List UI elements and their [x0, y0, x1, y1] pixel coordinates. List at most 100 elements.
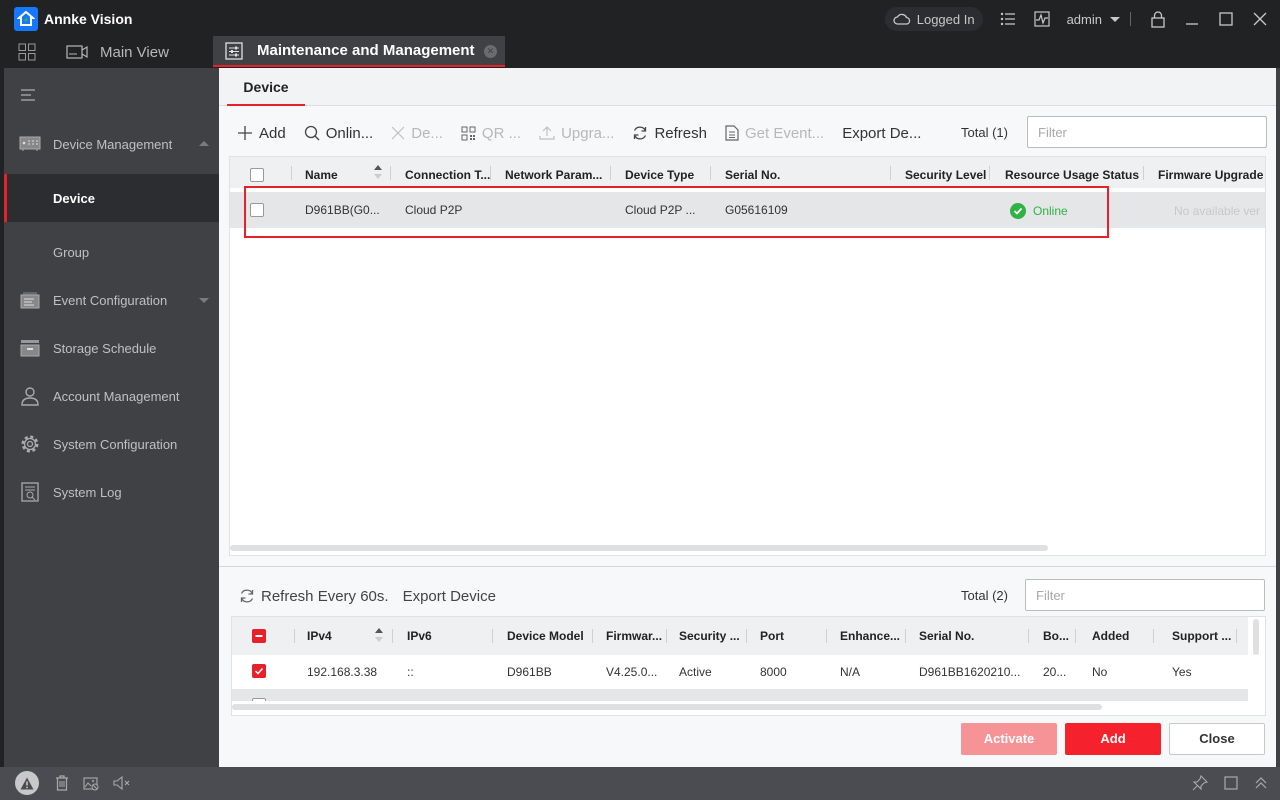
tab-close-icon[interactable]: ✕ [484, 45, 497, 58]
column-header-ipv6[interactable]: IPv6 [407, 617, 432, 655]
table-row[interactable] [232, 689, 1248, 701]
mute-icon[interactable] [113, 776, 131, 790]
sidebar-item-system-configuration[interactable]: System Configuration [4, 420, 219, 468]
refresh-interval-label[interactable]: Refresh Every 60s. [261, 588, 389, 605]
column-divider [666, 629, 667, 643]
column-divider [905, 629, 906, 643]
device-filter-input[interactable] [1027, 116, 1267, 148]
close-icon[interactable] [1248, 7, 1272, 31]
online-device-table: IPv4 IPv6 Device Model Firmwar... Securi… [231, 616, 1266, 716]
select-all-checkbox[interactable] [252, 629, 266, 643]
column-header-boot[interactable]: Bo... [1043, 617, 1069, 655]
sort-icon[interactable] [375, 628, 383, 644]
row-checkbox[interactable] [252, 698, 266, 701]
delete-button[interactable]: De... [391, 125, 443, 142]
column-header-device-model[interactable]: Device Model [507, 617, 584, 655]
expand-up-icon[interactable] [1254, 776, 1268, 790]
column-header-added[interactable]: Added [1092, 617, 1129, 655]
cell-enhance: N/A [840, 665, 861, 679]
column-header-security[interactable]: Security ... [679, 617, 740, 655]
online-table-header: IPv4 IPv6 Device Model Firmwar... Securi… [232, 617, 1248, 655]
export-device-link[interactable]: Export Device [403, 588, 496, 605]
tab-device[interactable]: Device [227, 68, 305, 106]
trash-icon[interactable] [55, 775, 69, 791]
row-checkbox[interactable] [252, 664, 266, 678]
online-device-button[interactable]: Onlin... [304, 125, 373, 142]
tab-maintenance[interactable]: Maintenance and Management ✕ [213, 36, 505, 67]
lock-icon[interactable] [1146, 7, 1170, 31]
column-header-name[interactable]: Name [305, 157, 338, 188]
horizontal-scrollbar[interactable] [232, 704, 1102, 710]
column-divider [610, 166, 611, 180]
qr-code-button[interactable]: QR ... [461, 125, 521, 142]
sidebar-item-device[interactable]: Device [4, 174, 219, 222]
column-header-firmware[interactable]: Firmwar... [606, 617, 662, 655]
add-button[interactable]: Add [1065, 723, 1161, 755]
column-divider [291, 166, 292, 180]
column-header-firmware[interactable]: Firmware Upgrade [1158, 157, 1263, 188]
column-divider [710, 166, 711, 180]
refresh-button[interactable]: Refresh [632, 125, 707, 142]
column-header-enhance[interactable]: Enhance... [840, 617, 900, 655]
online-total-count: Total (2) [961, 588, 1008, 603]
online-filter-input[interactable] [1025, 579, 1265, 611]
column-header-security[interactable]: Security Level [905, 157, 986, 188]
device-total-count: Total (1) [961, 125, 1008, 140]
select-all-checkbox[interactable] [250, 168, 264, 182]
list-icon[interactable] [996, 7, 1020, 31]
plus-icon [238, 126, 252, 140]
sort-icon[interactable] [374, 165, 382, 181]
close-button[interactable]: Close [1169, 723, 1265, 755]
sidebar-item-storage-schedule[interactable]: Storage Schedule [4, 324, 219, 372]
column-header-resource-status[interactable]: Resource Usage Status [1005, 157, 1139, 188]
column-divider [746, 629, 747, 643]
minimize-icon[interactable] [1180, 7, 1204, 31]
column-header-network[interactable]: Network Param... [505, 157, 602, 188]
sidebar-item-system-log[interactable]: System Log [4, 468, 219, 516]
column-header-ipv4[interactable]: IPv4 [307, 617, 332, 655]
status-online-label: Online [1033, 204, 1068, 218]
sidebar-item-label: Device Management [53, 136, 173, 152]
column-header-support[interactable]: Support ... [1172, 617, 1231, 655]
vertical-scrollbar[interactable] [1253, 619, 1259, 655]
table-row[interactable]: D961BB(G0... Cloud P2P Cloud P2P ... G05… [230, 192, 1265, 228]
sidebar-item-device-management[interactable]: Device Management [4, 120, 219, 168]
refresh-icon [240, 589, 254, 603]
get-event-button[interactable]: Get Event... [725, 125, 824, 142]
warning-icon[interactable] [15, 771, 39, 795]
add-device-button[interactable]: Add [237, 125, 286, 142]
activate-button[interactable]: Activate [961, 723, 1057, 755]
table-row[interactable]: 192.168.3.38 :: D961BB V4.25.0... Active… [232, 655, 1248, 689]
sidebar-item-account-management[interactable]: Account Management [4, 372, 219, 420]
image-off-icon[interactable] [83, 776, 99, 791]
user-menu[interactable]: admin [1067, 12, 1120, 27]
horizontal-scrollbar[interactable] [230, 545, 1048, 551]
monitor-chart-icon[interactable] [1030, 7, 1054, 31]
row-checkbox[interactable] [250, 203, 264, 217]
main-panel: Device Add Onlin... De... QR ... Upgra..… [219, 68, 1276, 767]
column-header-device-type[interactable]: Device Type [625, 157, 694, 188]
get-event-label: Get Event... [744, 124, 825, 142]
column-header-serial[interactable]: Serial No. [919, 617, 974, 655]
cell-added: No [1092, 665, 1108, 679]
column-header-serial[interactable]: Serial No. [725, 157, 780, 188]
pin-icon[interactable] [1192, 775, 1208, 791]
tab-main-view[interactable]: Main View [66, 36, 169, 68]
maximize-icon[interactable] [1214, 7, 1238, 31]
column-header-connection[interactable]: Connection T... [405, 157, 490, 188]
grid-menu-icon[interactable] [18, 43, 36, 66]
title-bar: Annke Vision Logged In admin [0, 0, 1280, 38]
window-mode-icon[interactable] [1224, 776, 1238, 790]
export-device-button[interactable]: Export De... [842, 125, 921, 142]
window-edge [1276, 68, 1280, 767]
upgrade-button[interactable]: Upgra... [539, 125, 614, 142]
sidebar-item-event-configuration[interactable]: Event Configuration [4, 276, 219, 324]
logged-in-status[interactable]: Logged In [884, 7, 983, 31]
cell-boot: 20... [1043, 665, 1067, 679]
column-divider [294, 629, 295, 643]
column-divider [890, 166, 891, 180]
sidebar-item-group[interactable]: Group [4, 228, 219, 276]
column-header-port[interactable]: Port [760, 617, 784, 655]
menu-collapse-icon[interactable] [20, 88, 36, 106]
user-icon [17, 385, 43, 407]
